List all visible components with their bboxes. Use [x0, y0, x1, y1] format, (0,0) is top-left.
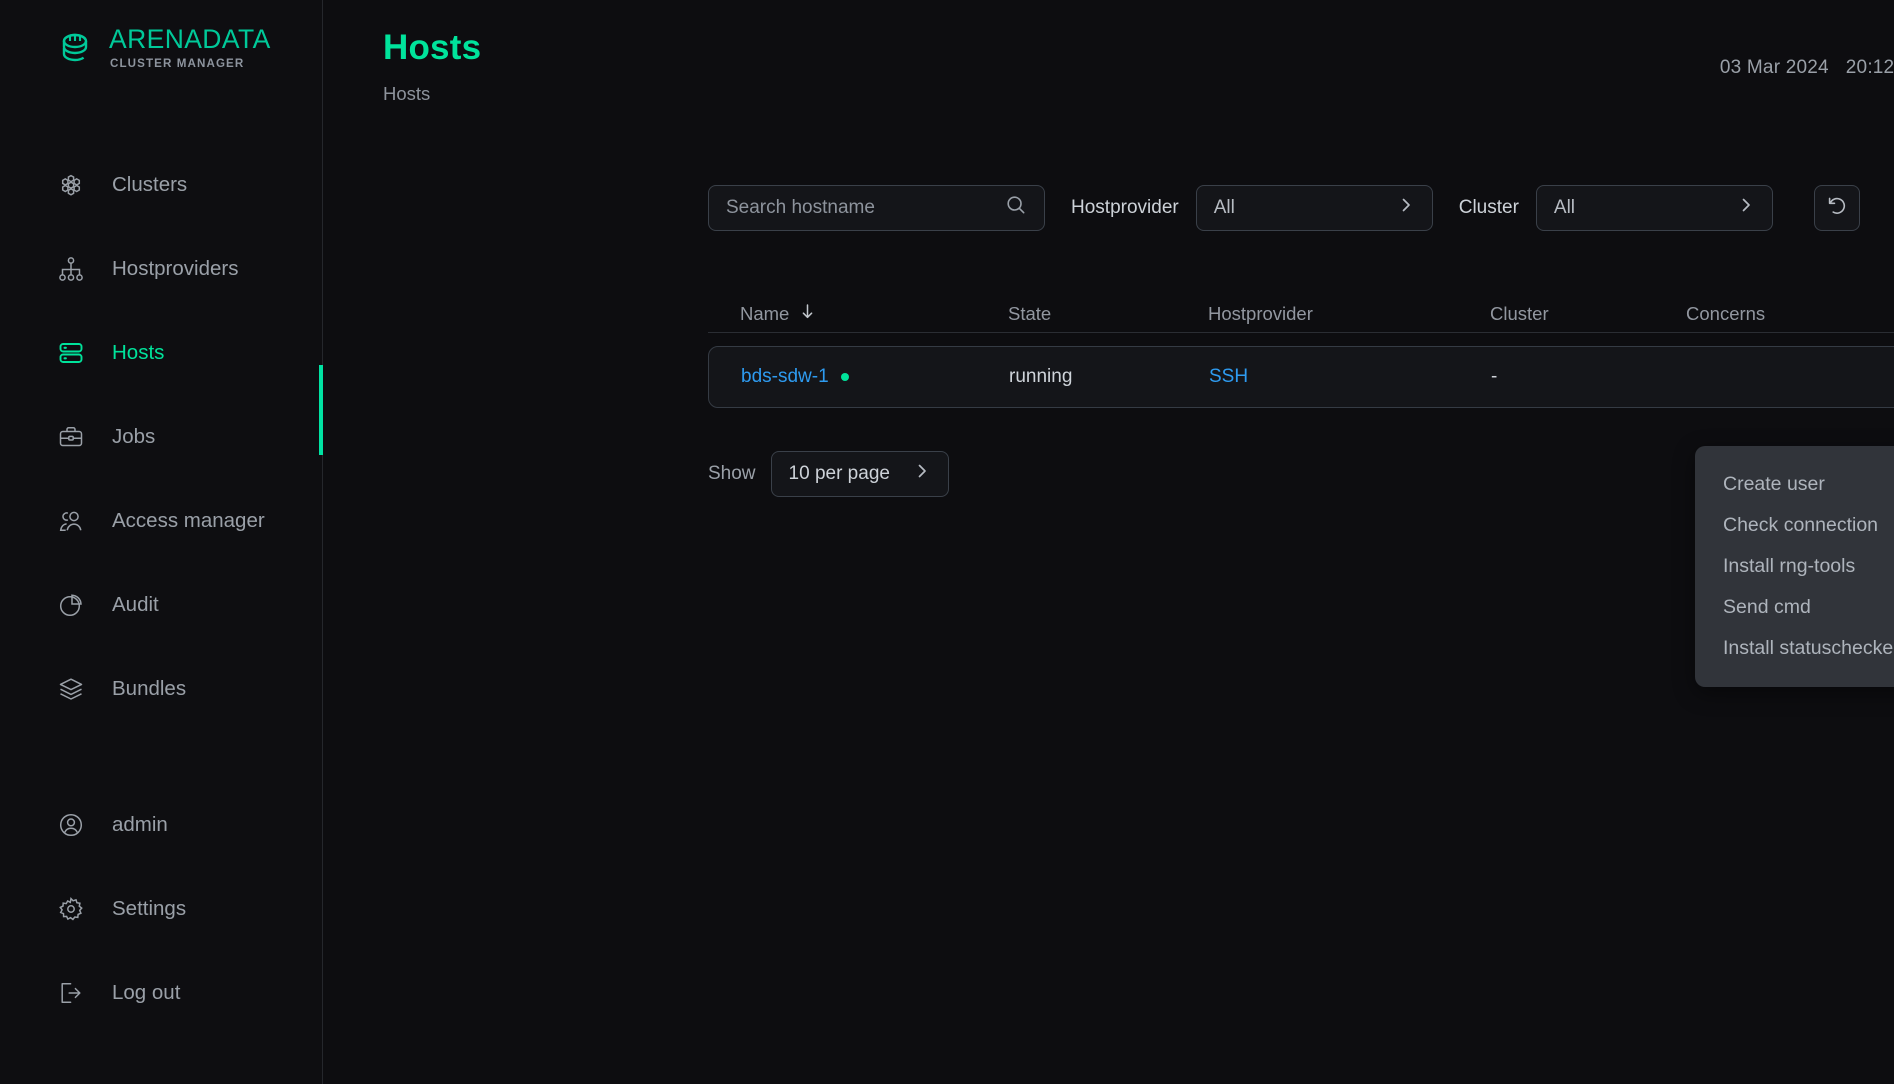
sidebar-item-access-manager[interactable]: Access manager: [0, 497, 322, 545]
users-icon: [56, 506, 86, 536]
sidebar-item-label: Access manager: [112, 509, 265, 533]
search-input[interactable]: Search hostname: [708, 185, 1045, 231]
sidebar-item-label: admin: [112, 813, 168, 837]
hostprovider-link[interactable]: SSH: [1209, 366, 1248, 387]
menu-item-check-connection[interactable]: Check connection: [1695, 505, 1894, 546]
sidebar-item-label: Settings: [112, 897, 186, 921]
column-header-cluster[interactable]: Cluster: [1490, 303, 1686, 325]
sidebar-item-label: Clusters: [112, 173, 187, 197]
hierarchy-icon: [56, 254, 86, 284]
column-header-hostprovider[interactable]: Hostprovider: [1208, 303, 1490, 325]
cell-state: running: [1009, 366, 1209, 388]
app-logo[interactable]: ARENADATA CLUSTER MANAGER: [0, 0, 322, 75]
server-rack-icon: [56, 338, 86, 368]
table-header-row: Name State Hostprovider Cluster Concerns…: [708, 295, 1894, 333]
cluster-select-value: All: [1554, 197, 1575, 219]
host-name-link[interactable]: bds-sdw-1: [741, 366, 829, 388]
page-heading-group: Hosts Hosts: [383, 28, 481, 105]
cluster-select[interactable]: All: [1536, 185, 1773, 231]
sidebar-item-logout[interactable]: Log out: [0, 969, 322, 1017]
host-actions-menu: Create user Check connection Install rng…: [1695, 446, 1894, 687]
page-size-value: 10 per page: [789, 463, 890, 485]
sidebar: ARENADATA CLUSTER MANAGER C: [0, 0, 323, 1084]
sidebar-item-hostproviders[interactable]: Hostproviders: [0, 245, 322, 293]
sidebar-divider-space: [0, 749, 322, 801]
filter-toolbar: Search hostname Hostprovider All Clust: [323, 185, 1894, 231]
hostprovider-filter-label: Hostprovider: [1071, 197, 1179, 219]
gear-icon: [56, 894, 86, 924]
show-label: Show: [708, 463, 756, 485]
briefcase-icon: [56, 422, 86, 452]
menu-item-send-cmd[interactable]: Send cmd: [1695, 587, 1894, 628]
menu-item-create-user[interactable]: Create user: [1695, 464, 1894, 505]
hostprovider-select[interactable]: All: [1196, 185, 1433, 231]
chevron-right-icon: [1737, 196, 1755, 220]
cluster-filter-label: Cluster: [1459, 197, 1519, 219]
page-title: Hosts: [383, 28, 481, 68]
refresh-icon: [1825, 194, 1849, 223]
refresh-button[interactable]: [1814, 185, 1860, 231]
sidebar-item-bundles[interactable]: Bundles: [0, 665, 322, 713]
logout-icon: [56, 978, 86, 1008]
column-header-name-label: Name: [740, 303, 789, 325]
chevron-right-icon: [1397, 196, 1415, 220]
hexagon-cluster-icon: [56, 170, 86, 200]
datetime-display: 03 Mar 2024 20:12:27 UTC: [1720, 57, 1894, 79]
hostprovider-select-value: All: [1214, 197, 1235, 219]
layers-icon: [56, 674, 86, 704]
table-footer: Show 10 per page 1: [323, 450, 1894, 498]
cell-cluster: -: [1491, 366, 1687, 388]
chevron-right-icon: [913, 462, 931, 486]
hosts-table: Name State Hostprovider Cluster Concerns…: [323, 295, 1894, 408]
logo-subtitle: CLUSTER MANAGER: [110, 58, 271, 70]
main-content: Hosts Hosts 03 Mar 2024 20:12:27 UTC: [323, 0, 1894, 1084]
sidebar-item-hosts[interactable]: Hosts: [0, 329, 322, 377]
column-header-concerns[interactable]: Concerns: [1686, 303, 1894, 325]
date-text: 03 Mar 2024: [1720, 57, 1829, 79]
sidebar-item-admin[interactable]: admin: [0, 801, 322, 849]
column-header-state[interactable]: State: [1008, 303, 1208, 325]
cell-name: bds-sdw-1: [741, 366, 1009, 388]
sidebar-item-jobs[interactable]: Jobs: [0, 413, 322, 461]
page-size-select[interactable]: 10 per page: [771, 451, 949, 497]
sidebar-item-clusters[interactable]: Clusters: [0, 161, 322, 209]
logo-title: ARENADATA: [109, 26, 271, 53]
topbar-right: 03 Mar 2024 20:12:27 UTC: [1720, 28, 1894, 91]
user-circle-icon: [56, 810, 86, 840]
search-placeholder: Search hostname: [726, 197, 1005, 219]
sidebar-item-audit[interactable]: Audit: [0, 581, 322, 629]
menu-item-install-statuschecker[interactable]: Install statuschecker: [1695, 628, 1894, 669]
app-root: ARENADATA CLUSTER MANAGER C: [0, 0, 1894, 1084]
table-row[interactable]: bds-sdw-1 running SSH -: [708, 346, 1894, 408]
sidebar-item-label: Jobs: [112, 425, 155, 449]
sidebar-item-label: Hostproviders: [112, 257, 238, 281]
sidebar-item-label: Audit: [112, 593, 159, 617]
pie-chart-icon: [56, 590, 86, 620]
search-icon[interactable]: [1005, 194, 1027, 222]
topbar: Hosts Hosts 03 Mar 2024 20:12:27 UTC: [323, 0, 1894, 105]
cell-hostprovider: SSH: [1209, 366, 1491, 388]
time-text: 20:12:27: [1846, 57, 1894, 79]
host-status-dot: [841, 373, 849, 381]
page-size-group: Show 10 per page: [708, 451, 949, 497]
sidebar-item-label: Bundles: [112, 677, 186, 701]
arrow-down-icon: [800, 303, 815, 325]
menu-item-install-rng-tools[interactable]: Install rng-tools: [1695, 546, 1894, 587]
sidebar-item-label: Log out: [112, 981, 180, 1005]
database-stack-icon: [58, 28, 100, 75]
column-header-name[interactable]: Name: [740, 303, 1008, 325]
sidebar-item-label: Hosts: [112, 341, 164, 365]
sidebar-item-settings[interactable]: Settings: [0, 885, 322, 933]
breadcrumb: Hosts: [383, 83, 481, 105]
sidebar-nav: Clusters Hostproviders: [0, 161, 322, 1017]
